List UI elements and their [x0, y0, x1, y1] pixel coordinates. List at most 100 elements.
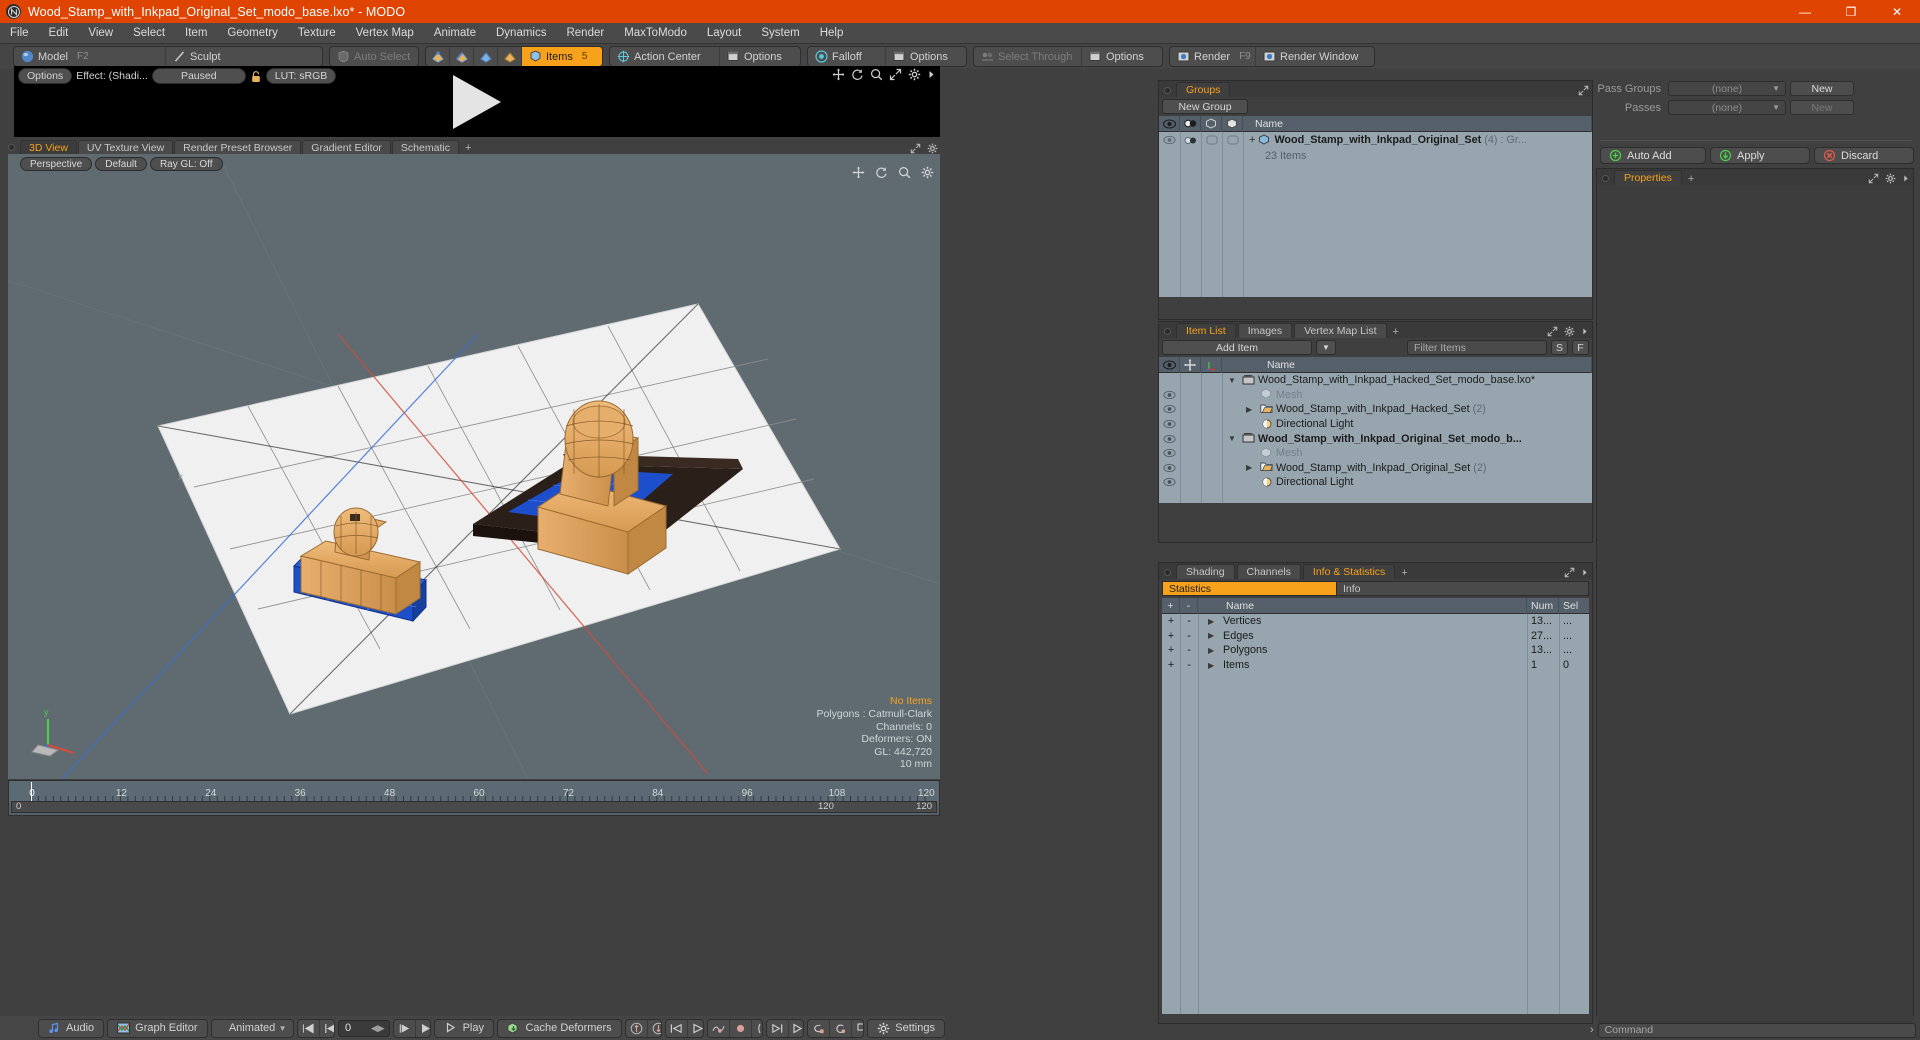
- statistics-add-button[interactable]: +: [1162, 630, 1180, 642]
- close-button[interactable]: ✕: [1874, 0, 1920, 23]
- groups-row-expander[interactable]: +: [1249, 134, 1255, 146]
- subtab-info[interactable]: Info: [1337, 581, 1589, 596]
- pan-icon[interactable]: [832, 68, 845, 81]
- item-visibility-toggle[interactable]: [1159, 463, 1180, 473]
- new-group-button[interactable]: New Group: [1162, 99, 1248, 114]
- statistics-col-minus[interactable]: -: [1180, 597, 1198, 614]
- view-tab-render-preset-browser[interactable]: Render Preset Browser: [174, 140, 302, 154]
- tab-channels[interactable]: Channels: [1236, 564, 1301, 579]
- add-tab-button[interactable]: +: [1389, 326, 1403, 338]
- next-key-icon[interactable]: [688, 1020, 703, 1037]
- item-list-row[interactable]: ▼ Wood_Stamp_with_Inkpad_Original_Set_mod…: [1159, 431, 1592, 446]
- gear-icon[interactable]: [927, 143, 938, 154]
- select-through-options-button[interactable]: Options: [1082, 47, 1162, 66]
- zoom-icon[interactable]: [898, 166, 911, 179]
- polygon-mode-button[interactable]: [474, 47, 498, 66]
- model-mode-button[interactable]: Model F2: [14, 47, 166, 66]
- statistics-expander[interactable]: ▶: [1208, 631, 1220, 640]
- gear-icon[interactable]: [1885, 173, 1896, 184]
- groups-row-name-cell[interactable]: + Wood_Stamp_with_Inkpad_Original_Set (4…: [1243, 133, 1592, 147]
- key-dot-icon[interactable]: [730, 1019, 752, 1037]
- item-list-row[interactable]: Mesh: [1159, 446, 1592, 461]
- groups-col-eye[interactable]: [1159, 115, 1180, 132]
- next-frame-button[interactable]: [394, 1019, 416, 1037]
- item-list-col-eye[interactable]: [1159, 356, 1180, 373]
- menu-select[interactable]: Select: [123, 24, 175, 42]
- statistics-expander[interactable]: ▶: [1208, 661, 1220, 670]
- groups-row-shade-icon[interactable]: [1180, 135, 1201, 146]
- maximize-button[interactable]: ❐: [1828, 0, 1874, 23]
- action-center-options-button[interactable]: Options: [720, 47, 800, 66]
- menu-help[interactable]: Help: [810, 24, 854, 42]
- item-visibility-toggle[interactable]: [1159, 390, 1180, 400]
- render-preview-effect-label[interactable]: Effect: (Shadi...: [76, 70, 148, 82]
- passes-select[interactable]: (none) ▼: [1668, 100, 1786, 115]
- menu-geometry[interactable]: Geometry: [217, 24, 288, 42]
- menu-view[interactable]: View: [78, 24, 123, 42]
- key-down-icon[interactable]: [648, 1020, 662, 1037]
- chevron-right-icon[interactable]: [1581, 567, 1589, 578]
- menu-maxtomodo[interactable]: MaxToModo: [614, 24, 697, 42]
- add-item-button[interactable]: Add Item: [1162, 340, 1312, 355]
- item-list-row[interactable]: ▶ Wood_Stamp_with_Inkpad_Original_Set (2): [1159, 461, 1592, 476]
- pass-groups-select[interactable]: (none) ▼: [1668, 81, 1786, 96]
- select-through-button[interactable]: Select Through: [974, 47, 1082, 66]
- item-expander[interactable]: ▼: [1228, 376, 1239, 385]
- chevron-right-icon[interactable]: [1902, 173, 1910, 184]
- item-name-cell[interactable]: Mesh: [1222, 388, 1592, 401]
- menu-layout[interactable]: Layout: [697, 24, 752, 42]
- item-name-cell[interactable]: Mesh: [1222, 447, 1592, 460]
- tab-images[interactable]: Images: [1237, 323, 1293, 338]
- statistics-row[interactable]: + - ▶ Edges 27......: [1162, 629, 1589, 644]
- add-view-tab-button[interactable]: +: [460, 142, 476, 154]
- statistics-row[interactable]: + - ▶ Polygons 13......: [1162, 643, 1589, 658]
- gear-icon[interactable]: [908, 68, 921, 81]
- render-window-button[interactable]: Render Window: [1256, 47, 1374, 66]
- chevron-right-icon[interactable]: [927, 68, 936, 81]
- pass-groups-new-button[interactable]: New: [1790, 81, 1854, 96]
- material-mode-button[interactable]: [498, 47, 522, 66]
- item-name-cell[interactable]: Directional Light: [1222, 418, 1592, 431]
- go-to-start-button[interactable]: [298, 1019, 320, 1037]
- item-list-col-move[interactable]: [1180, 356, 1201, 373]
- prev-frame-button[interactable]: [320, 1020, 334, 1037]
- groups-col-shade[interactable]: [1180, 115, 1201, 132]
- statistics-remove-button[interactable]: -: [1180, 615, 1198, 627]
- item-expander[interactable]: ▶: [1246, 463, 1257, 472]
- item-visibility-toggle[interactable]: [1159, 419, 1180, 429]
- statistics-expander[interactable]: ▶: [1208, 646, 1220, 655]
- item-list-row[interactable]: Directional Light: [1159, 417, 1592, 432]
- statistics-name-cell[interactable]: ▶ Edges: [1198, 630, 1527, 642]
- add-item-dropdown[interactable]: ▼: [1316, 340, 1336, 355]
- item-visibility-toggle[interactable]: [1159, 404, 1180, 414]
- tab-info-statistics[interactable]: Info & Statistics: [1302, 564, 1396, 579]
- audio-button[interactable]: Audio: [38, 1018, 105, 1038]
- key-square-icon[interactable]: [852, 1020, 864, 1037]
- viewport-default-button[interactable]: Default: [95, 157, 147, 171]
- item-name-cell[interactable]: ▼ Wood_Stamp_with_Inkpad_Original_Set_mod…: [1222, 432, 1592, 445]
- add-tab-button[interactable]: +: [1684, 173, 1698, 185]
- statistics-col-plus[interactable]: +: [1162, 597, 1180, 614]
- menu-dynamics[interactable]: Dynamics: [486, 24, 556, 42]
- tab-item-list[interactable]: Item List: [1176, 323, 1236, 338]
- menu-animate[interactable]: Animate: [424, 24, 486, 42]
- go-to-end-button[interactable]: [416, 1020, 430, 1037]
- filter-s-button[interactable]: S: [1551, 340, 1568, 355]
- groups-row-eye-icon[interactable]: [1159, 135, 1180, 145]
- gear-icon[interactable]: [1564, 326, 1575, 337]
- item-list-row[interactable]: Mesh: [1159, 388, 1592, 403]
- expand-icon[interactable]: [910, 143, 921, 154]
- prev-key-icon[interactable]: [666, 1019, 689, 1037]
- action-center-button[interactable]: Action Center: [610, 47, 720, 66]
- statistics-add-button[interactable]: +: [1162, 615, 1180, 627]
- tab-properties[interactable]: Properties: [1614, 170, 1682, 185]
- groups-row-wire-toggle[interactable]: [1201, 135, 1222, 145]
- expand-icon[interactable]: [1578, 85, 1589, 96]
- tab-groups[interactable]: Groups: [1176, 82, 1231, 97]
- key-left-icon[interactable]: [808, 1019, 831, 1037]
- lut-button[interactable]: LUT: sRGB: [265, 68, 337, 84]
- item-expander[interactable]: ▼: [1228, 434, 1239, 443]
- lock-icon[interactable]: [250, 70, 262, 83]
- timeline-playhead[interactable]: [31, 782, 32, 802]
- graph-editor-button[interactable]: Graph Editor: [107, 1018, 208, 1038]
